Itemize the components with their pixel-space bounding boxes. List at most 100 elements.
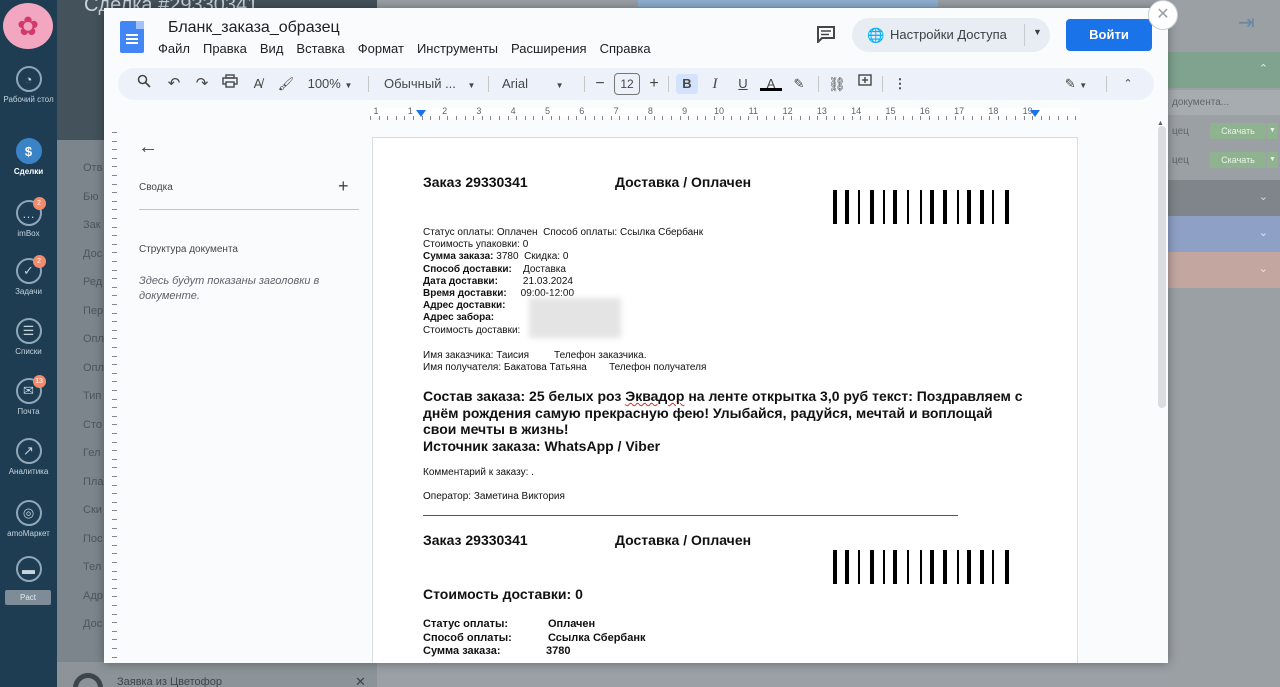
chevron-down-icon[interactable]: ⌄	[1259, 226, 1268, 239]
ruler-number: 13	[816, 106, 827, 116]
chevron-down-icon[interactable]: ▼	[1033, 27, 1042, 37]
more-options-icon[interactable]: ⋮	[892, 74, 908, 94]
ruler-tick	[473, 116, 475, 120]
left-indent-marker[interactable]	[416, 110, 426, 117]
menu-edit[interactable]: Правка	[203, 41, 247, 56]
composition-text: на ленте открытка 3,0 руб текст: Поздрав…	[688, 388, 1023, 404]
chevron-down-icon[interactable]: ⌄	[1259, 190, 1268, 203]
flower-logo-icon[interactable]: ✿	[3, 3, 53, 49]
ruler-tick	[567, 116, 569, 120]
ruler-tick	[112, 252, 117, 254]
ruler-tick	[404, 116, 406, 120]
download-button[interactable]: Скачать	[1210, 152, 1266, 168]
crm-nav-item[interactable]: ✓ 2 Задачи	[0, 255, 57, 296]
share-settings-button[interactable]: 🌐 Настройки Доступа ▼	[852, 18, 1050, 52]
paint-format-icon[interactable]: 🖌	[276, 74, 296, 94]
ruler-tick	[490, 116, 492, 120]
search-icon[interactable]	[134, 74, 154, 94]
right-indent-marker[interactable]	[1030, 110, 1040, 117]
add-comment-icon[interactable]	[854, 74, 876, 94]
text-color-button[interactable]: A	[760, 74, 782, 91]
editing-mode-select[interactable]: ✎ ▼	[1058, 74, 1094, 94]
link-icon[interactable]: ⛓	[826, 74, 848, 94]
composition-line-2: днём рождения самую прекрасную фею! Улыб…	[423, 404, 993, 421]
crm-nav-item[interactable]: ✉ 13 Почта	[0, 375, 57, 416]
crm-nav-item[interactable]: ◎ amoМаркет	[0, 500, 57, 538]
add-summary-icon[interactable]: +	[338, 176, 349, 197]
delivery-date-label: Дата доставки:	[423, 275, 498, 287]
crm-nav-item[interactable]: … 2 imBox	[0, 197, 57, 238]
crm-nav-label: Аналитика	[8, 467, 49, 476]
close-preview-button[interactable]: ✕	[1148, 0, 1178, 30]
document-page[interactable]: Заказ 29330341 Доставка / Оплачен Статус…	[372, 137, 1078, 663]
ruler-tick	[112, 192, 117, 194]
font-size-input[interactable]: 12	[614, 73, 640, 95]
bold-button[interactable]: B	[676, 74, 698, 94]
underline-button[interactable]: U	[732, 74, 754, 94]
print-icon[interactable]	[220, 74, 240, 94]
ruler-tick	[112, 200, 117, 202]
font-select[interactable]: Arial ▼	[502, 74, 574, 94]
ruler-number: 10	[713, 106, 725, 116]
decrease-font-icon[interactable]: −	[592, 74, 608, 94]
chevron-down-icon: ▼	[467, 81, 476, 90]
crm-nav-item[interactable]: $ Сделки	[0, 138, 57, 176]
vertical-ruler[interactable]	[104, 124, 118, 663]
crm-nav-item[interactable]: ◔ Рабочий стол	[0, 66, 57, 104]
packaging-label: Стоимость упаковки:	[423, 239, 520, 251]
export-icon[interactable]: ⇥	[1238, 10, 1255, 35]
download-caret-icon[interactable]: ▼	[1267, 123, 1278, 139]
spellcheck-icon[interactable]: A̸	[248, 74, 268, 94]
ruler-tick	[112, 338, 117, 340]
crm-nav-item[interactable]: ☰ Списки	[0, 318, 57, 356]
notification-item[interactable]: Заявка из Цветофор ✕	[57, 667, 377, 687]
right-search[interactable]: документа...	[1168, 90, 1280, 115]
crm-nav-item[interactable]: ▬	[0, 556, 57, 585]
ruler-number: 9	[682, 106, 688, 116]
download-caret-icon[interactable]: ▼	[1267, 152, 1278, 168]
market-icon: ◎	[15, 500, 42, 526]
spellcheck-word[interactable]: Эквадор	[625, 388, 684, 404]
comment-icon[interactable]	[816, 25, 836, 43]
menu-help[interactable]: Справка	[600, 41, 651, 56]
ruler-tick	[112, 218, 117, 219]
menu-file[interactable]: Файл	[158, 41, 190, 56]
delivery-cost-heading-value: 0	[575, 586, 583, 602]
redo-icon[interactable]: ↷	[192, 74, 212, 94]
paragraph-style-select[interactable]: Обычный ... ▼	[384, 74, 480, 94]
menu-extensions[interactable]: Расширения	[511, 41, 587, 56]
share-label: Настройки Доступа	[890, 27, 1007, 42]
ruler-tick	[112, 493, 117, 495]
comment-line: Комментарий к заказу: .	[423, 467, 534, 479]
crm-top-tab	[638, 0, 938, 7]
ruler-tick	[542, 116, 543, 120]
horizontal-ruler[interactable]: 1 1 2 3 4 5 6 7 8 9 10 11 12 13 14 15 16 17 18 19	[370, 106, 1080, 120]
menu-tools[interactable]: Инструменты	[417, 41, 498, 56]
italic-button[interactable]: I	[704, 74, 726, 94]
collapse-toolbar-icon[interactable]: ⌃	[1118, 74, 1138, 94]
close-icon[interactable]: ✕	[355, 674, 366, 687]
document-title[interactable]: Бланк_заказа_образец	[168, 19, 340, 37]
increase-font-icon[interactable]: +	[646, 74, 662, 94]
chevron-up-icon[interactable]: ⌃	[1259, 62, 1268, 75]
login-button[interactable]: Войти	[1066, 19, 1152, 51]
vertical-scrollbar[interactable]	[1158, 126, 1166, 408]
highlight-icon[interactable]: ✎	[788, 74, 810, 94]
download-button[interactable]: Скачать	[1210, 123, 1266, 139]
menu-insert[interactable]: Вставка	[296, 41, 344, 56]
ruler-tick	[662, 116, 664, 120]
ruler-tick	[464, 116, 466, 120]
crm-nav-item[interactable]: ↗ Аналитика	[0, 438, 57, 476]
back-arrow-icon[interactable]: ←	[138, 136, 158, 159]
chevron-down-icon[interactable]: ⌄	[1259, 262, 1268, 275]
undo-icon[interactable]: ↶	[164, 74, 184, 94]
menu-format[interactable]: Формат	[358, 41, 404, 56]
summary-status: Оплачен	[548, 618, 596, 630]
ruler-tick	[954, 116, 956, 120]
barcode-bar	[845, 550, 850, 584]
ruler-tick	[112, 329, 117, 331]
menu-view[interactable]: Вид	[260, 41, 284, 56]
avatar	[73, 673, 103, 687]
ruler-tick	[112, 605, 117, 606]
zoom-select[interactable]: 100% ▼	[306, 74, 354, 94]
